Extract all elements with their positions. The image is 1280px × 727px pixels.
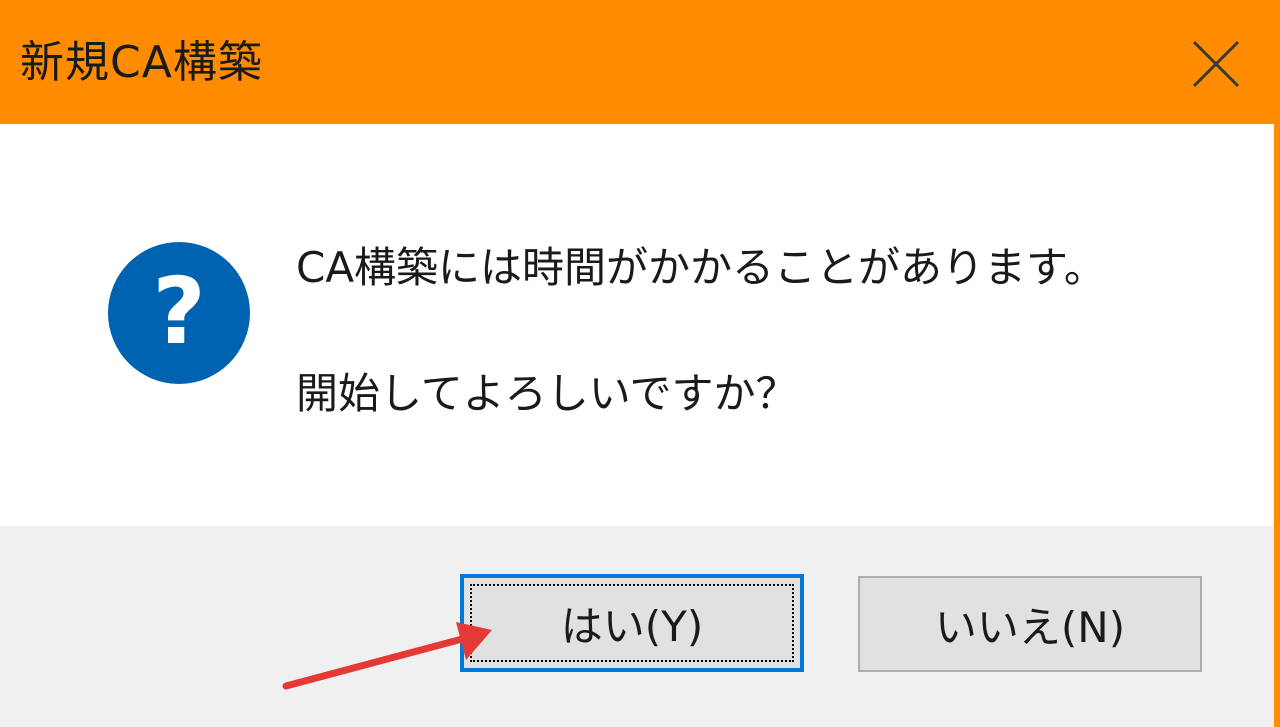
window-title: 新規CA構築 xyxy=(20,37,263,88)
question-icon: ? xyxy=(108,242,250,384)
message-line-2: 開始してよろしいですか？ xyxy=(296,369,798,418)
close-button[interactable] xyxy=(1182,30,1250,98)
svg-text:?: ? xyxy=(152,258,205,365)
yes-button[interactable]: はい(Y) xyxy=(460,574,804,672)
focus-rectangle xyxy=(470,584,794,662)
no-button-label: いいえ(N) xyxy=(934,602,1126,652)
message-area: ? CA構築には時間がかかることがあります。 開始してよろしいですか？ xyxy=(0,124,1274,526)
close-icon xyxy=(1192,40,1240,88)
title-bar: 新規CA構築 xyxy=(0,0,1280,124)
no-button[interactable]: いいえ(N) xyxy=(858,576,1202,672)
button-bar: はい(Y) いいえ(N) xyxy=(0,526,1274,727)
message-line-1: CA構築には時間がかかることがあります。 xyxy=(296,243,1106,292)
dialog-window: 新規CA構築 ? CA構築には時間がかかることがあります。 開始してよろしいです… xyxy=(0,0,1280,727)
